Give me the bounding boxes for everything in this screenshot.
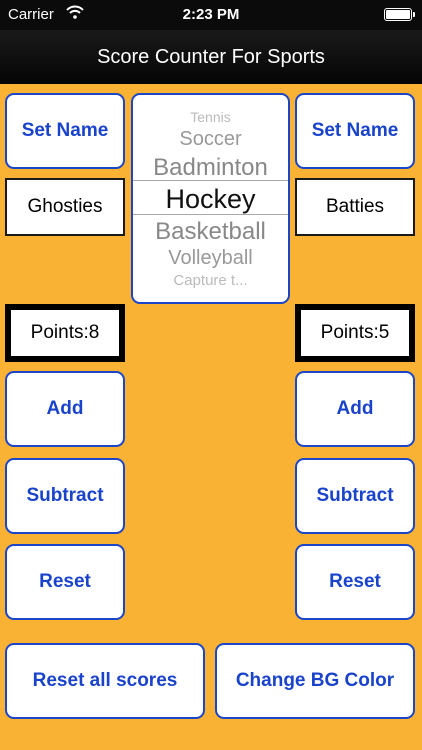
sport-picker[interactable]: Tennis Soccer Badminton Hockey Basketbal… <box>131 93 290 304</box>
clock: 2:23 PM <box>182 6 240 23</box>
status-bar: Carrier 2:23 PM <box>0 0 422 30</box>
right-add-button[interactable]: Add <box>295 371 415 447</box>
left-team-name-field[interactable]: Ghosties <box>5 178 125 236</box>
left-subtract-button[interactable]: Subtract <box>5 458 125 534</box>
right-set-name-button[interactable]: Set Name <box>295 93 415 169</box>
picker-option[interactable]: Volleyball <box>133 247 288 270</box>
page-title: Score Counter For Sports <box>97 46 325 68</box>
battery-icon <box>384 8 415 21</box>
right-reset-button[interactable]: Reset <box>295 544 415 620</box>
left-add-button[interactable]: Add <box>5 371 125 447</box>
picker-option[interactable]: Capture t... <box>133 272 288 289</box>
right-points-display: Points:5 <box>295 304 415 362</box>
right-team-name-field[interactable]: Batties <box>295 178 415 236</box>
right-subtract-button[interactable]: Subtract <box>295 458 415 534</box>
picker-option[interactable]: Soccer <box>133 128 288 151</box>
picker-option[interactable]: Tennis <box>133 109 288 125</box>
reset-all-scores-button[interactable]: Reset all scores <box>5 643 205 719</box>
nav-bar: Score Counter For Sports <box>0 30 422 84</box>
picker-option[interactable]: Basketball <box>133 218 288 246</box>
picker-selected-option[interactable]: Hockey <box>133 184 288 215</box>
left-set-name-button[interactable]: Set Name <box>5 93 125 169</box>
change-bg-color-button[interactable]: Change BG Color <box>215 643 415 719</box>
picker-option[interactable]: Badminton <box>133 154 288 182</box>
left-points-display: Points:8 <box>5 304 125 362</box>
left-reset-button[interactable]: Reset <box>5 544 125 620</box>
